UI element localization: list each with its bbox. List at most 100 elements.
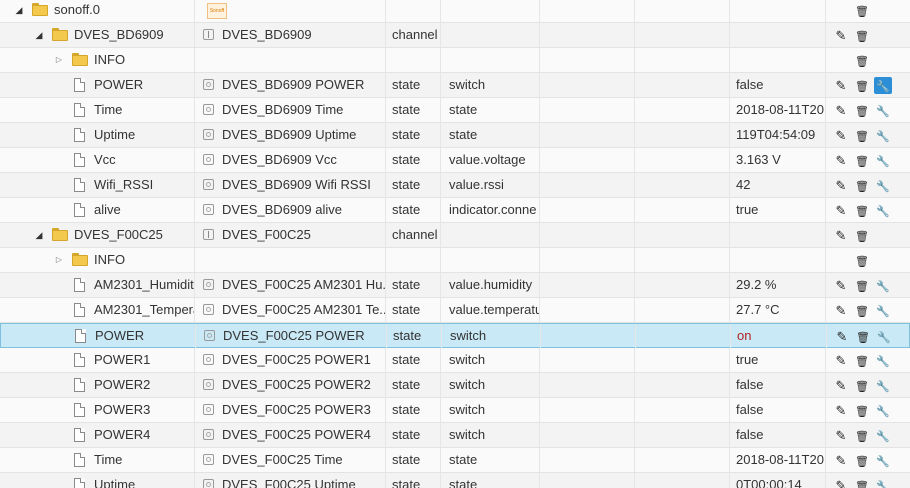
- edit-button[interactable]: ✎: [832, 27, 850, 44]
- object-value[interactable]: 0T00:00:14: [730, 473, 826, 488]
- tree-row[interactable]: POWER2 DVES_F00C25 POWER2 state switch false…: [0, 373, 910, 398]
- object-value[interactable]: 119T04:54:09: [730, 123, 826, 147]
- settings-wrench-button[interactable]: 🔧: [874, 427, 892, 444]
- edit-button[interactable]: ✎: [832, 152, 850, 169]
- object-value[interactable]: false: [730, 373, 826, 397]
- tree-row[interactable]: Uptime DVES_BD6909 Uptime state state 119T04…: [0, 123, 910, 148]
- tree-row[interactable]: Time DVES_F00C25 Time state state 2018-08-11…: [0, 448, 910, 473]
- settings-wrench-button[interactable]: 🔧: [874, 177, 892, 194]
- object-value[interactable]: [730, 223, 826, 247]
- object-value[interactable]: 2018-08-11T20: [730, 448, 826, 472]
- delete-button[interactable]: 🗑: [853, 102, 871, 119]
- collapse-toggle-icon[interactable]: ◢: [34, 23, 44, 47]
- settings-wrench-button[interactable]: 🔧: [874, 402, 892, 419]
- tree-row[interactable]: ◢ DVES_F00C25 DVES_F00C25 channel ✎ 🗑: [0, 223, 910, 248]
- object-value[interactable]: [730, 48, 826, 72]
- edit-button[interactable]: ✎: [832, 102, 850, 119]
- delete-button[interactable]: 🗑: [853, 152, 871, 169]
- edit-button[interactable]: ✎: [832, 452, 850, 469]
- settings-wrench-button[interactable]: 🔧: [874, 352, 892, 369]
- edit-button[interactable]: ✎: [832, 477, 850, 488]
- tree-row[interactable]: ◢ sonoff.0 Sonoff 🗑: [0, 0, 910, 23]
- settings-wrench-button[interactable]: 🔧: [874, 202, 892, 219]
- delete-button[interactable]: 🗑: [853, 352, 871, 369]
- object-value[interactable]: [730, 23, 826, 47]
- tree-row[interactable]: Time DVES_BD6909 Time state state 2018-08-11…: [0, 98, 910, 123]
- delete-button[interactable]: 🗑: [853, 477, 871, 488]
- object-value[interactable]: 27.7 °C: [730, 298, 826, 322]
- delete-button[interactable]: 🗑: [853, 302, 871, 319]
- settings-wrench-button[interactable]: 🔧: [875, 328, 893, 345]
- settings-wrench-button[interactable]: 🔧: [874, 77, 892, 94]
- id-cell: alive: [0, 198, 195, 222]
- tree-row[interactable]: ▷ INFO 🗑: [0, 248, 910, 273]
- edit-button[interactable]: ✎: [832, 427, 850, 444]
- delete-button[interactable]: 🗑: [854, 328, 872, 345]
- object-value[interactable]: false: [730, 73, 826, 97]
- delete-button[interactable]: 🗑: [853, 2, 871, 19]
- edit-button[interactable]: ✎: [832, 277, 850, 294]
- object-value[interactable]: 29.2 %: [730, 273, 826, 297]
- room-cell: [540, 448, 635, 472]
- edit-button[interactable]: ✎: [833, 328, 851, 345]
- object-value[interactable]: false: [730, 423, 826, 447]
- delete-button[interactable]: 🗑: [853, 127, 871, 144]
- edit-button[interactable]: ✎: [832, 177, 850, 194]
- tree-row[interactable]: POWER4 DVES_F00C25 POWER4 state switch false…: [0, 423, 910, 448]
- tree-row[interactable]: Uptime DVES_F00C25 Uptime state state 0T00:0…: [0, 473, 910, 488]
- delete-button[interactable]: 🗑: [853, 52, 871, 69]
- collapse-toggle-icon[interactable]: ◢: [14, 0, 24, 22]
- settings-wrench-button[interactable]: 🔧: [874, 102, 892, 119]
- tree-row[interactable]: POWER1 DVES_F00C25 POWER1 state switch true ✎…: [0, 348, 910, 373]
- settings-wrench-button[interactable]: 🔧: [874, 302, 892, 319]
- delete-button[interactable]: 🗑: [853, 252, 871, 269]
- tree-row[interactable]: alive DVES_BD6909 alive state indicator.con…: [0, 198, 910, 223]
- settings-wrench-button[interactable]: 🔧: [874, 452, 892, 469]
- edit-button[interactable]: ✎: [832, 202, 850, 219]
- settings-wrench-button[interactable]: 🔧: [874, 377, 892, 394]
- tree-row[interactable]: Vcc DVES_BD6909 Vcc state value.voltage 3.16…: [0, 148, 910, 173]
- edit-button[interactable]: ✎: [832, 302, 850, 319]
- edit-button[interactable]: ✎: [832, 377, 850, 394]
- edit-button[interactable]: ✎: [832, 77, 850, 94]
- edit-button[interactable]: ✎: [832, 402, 850, 419]
- delete-button[interactable]: 🗑: [853, 452, 871, 469]
- tree-row[interactable]: Wifi_RSSI DVES_BD6909 Wifi RSSI state value…: [0, 173, 910, 198]
- settings-wrench-button[interactable]: 🔧: [874, 127, 892, 144]
- tree-row[interactable]: ◢ DVES_BD6909 DVES_BD6909 channel ✎ 🗑: [0, 23, 910, 48]
- delete-button[interactable]: 🗑: [853, 277, 871, 294]
- delete-button[interactable]: 🗑: [853, 402, 871, 419]
- edit-button[interactable]: ✎: [832, 227, 850, 244]
- delete-button[interactable]: 🗑: [853, 177, 871, 194]
- tree-row[interactable]: POWER3 DVES_F00C25 POWER3 state switch false…: [0, 398, 910, 423]
- settings-wrench-button[interactable]: 🔧: [874, 477, 892, 488]
- tree-row[interactable]: AM2301_Humidity DVES_F00C25 AM2301 Hu... s…: [0, 273, 910, 298]
- folder-icon: [72, 253, 88, 266]
- tree-row[interactable]: POWER DVES_BD6909 POWER state switch false ✎ 🗑…: [0, 73, 910, 98]
- delete-button[interactable]: 🗑: [853, 227, 871, 244]
- delete-button[interactable]: 🗑: [853, 377, 871, 394]
- object-value[interactable]: 42: [730, 173, 826, 197]
- object-value[interactable]: false: [730, 398, 826, 422]
- object-value[interactable]: on: [731, 324, 827, 348]
- object-value[interactable]: 3.163 V: [730, 148, 826, 172]
- object-value[interactable]: 2018-08-11T20: [730, 98, 826, 122]
- delete-button[interactable]: 🗑: [853, 202, 871, 219]
- expand-toggle-icon[interactable]: ▷: [54, 48, 64, 72]
- tree-row[interactable]: ▷ INFO 🗑: [0, 48, 910, 73]
- object-value[interactable]: [730, 248, 826, 272]
- expand-toggle-icon[interactable]: ▷: [54, 248, 64, 272]
- object-value[interactable]: true: [730, 198, 826, 222]
- delete-button[interactable]: 🗑: [853, 77, 871, 94]
- delete-button[interactable]: 🗑: [853, 27, 871, 44]
- edit-button[interactable]: ✎: [832, 352, 850, 369]
- settings-wrench-button[interactable]: 🔧: [874, 277, 892, 294]
- tree-row[interactable]: AM2301_Temperature DVES_F00C25 AM2301 Te.…: [0, 298, 910, 323]
- settings-wrench-button[interactable]: 🔧: [874, 152, 892, 169]
- edit-button[interactable]: ✎: [832, 127, 850, 144]
- collapse-toggle-icon[interactable]: ◢: [34, 223, 44, 247]
- object-value[interactable]: [730, 0, 826, 22]
- object-value[interactable]: true: [730, 348, 826, 372]
- delete-button[interactable]: 🗑: [853, 427, 871, 444]
- tree-row[interactable]: POWER DVES_F00C25 POWER state switch on ✎ 🗑 🔧: [0, 323, 910, 348]
